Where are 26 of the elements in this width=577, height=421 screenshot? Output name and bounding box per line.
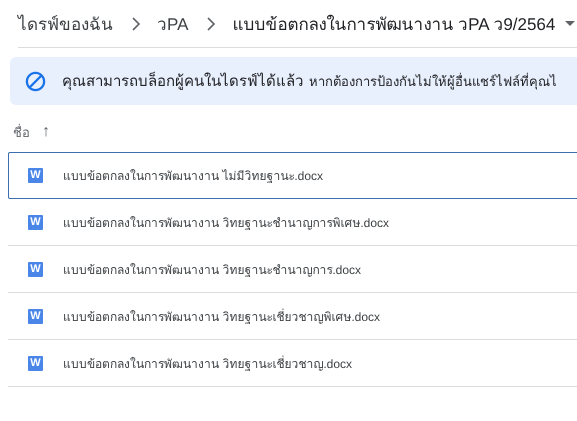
file-row[interactable]: W แบบข้อตกลงในการพัฒนางาน วิทยฐานะชำนาญการพิเศษ.docx: [8, 199, 577, 246]
banner-text: หากต้องการป้องกันไม่ให้ผู้อื่นแชร์ไฟล์ที่คุณไ: [309, 72, 557, 92]
chevron-right-icon: [131, 16, 141, 30]
file-row[interactable]: W แบบข้อตกลงในการพัฒนางาน วิทยฐานะเชี่ยวชาญพิเศษ.docx: [8, 293, 577, 340]
banner-title: คุณสามารถบล็อกผู้คนในไดรฟ์ได้แล้ว: [62, 70, 303, 92]
breadcrumb-item[interactable]: ไดรฟ์ของฉัน: [18, 10, 113, 37]
file-row[interactable]: W แบบข้อตกลงในการพัฒนางาน ไม่มีวิทยฐานะ.docx: [8, 152, 577, 199]
word-file-icon: W: [28, 168, 43, 183]
file-row[interactable]: W แบบข้อตกลงในการพัฒนางาน วิทยฐานะเชี่ยวชาญ.docx: [8, 340, 577, 387]
file-name: แบบข้อตกลงในการพัฒนางาน วิทยฐานะเชี่ยวชาญ.docx: [63, 354, 352, 372]
file-name: แบบข้อตกลงในการพัฒนางาน วิทยฐานะชำนาญการ.docx: [63, 262, 362, 278]
dropdown-icon: [565, 21, 576, 26]
file-name: แบบข้อตกลงในการพัฒนางาน ไม่มีวิทยฐานะ.docx: [63, 168, 324, 185]
file-name: แบบข้อตกลงในการพัฒนางาน วิทยฐานะเชี่ยวชาญพิเศษ.docx: [63, 308, 380, 326]
column-header[interactable]: ชื่อ: [13, 122, 30, 142]
block-icon: [25, 70, 46, 92]
sort-button[interactable]: ↑: [42, 123, 50, 141]
word-file-icon: W: [28, 308, 43, 324]
breadcrumb-item[interactable]: วPA: [157, 10, 188, 37]
file-row[interactable]: W แบบข้อตกลงในการพัฒนางาน วิทยฐานะชำนาญการ.docx: [8, 246, 577, 293]
word-file-icon: W: [28, 262, 43, 276]
word-file-icon: W: [28, 214, 43, 230]
word-file-icon: W: [28, 356, 43, 370]
breadcrumb-item[interactable]: แบบข้อตกลงในการพัฒนางาน วPA ว9/2564: [232, 10, 576, 37]
file-name: แบบข้อตกลงในการพัฒนางาน วิทยฐานะชำนาญการพิเศษ.docx: [63, 214, 390, 232]
chevron-right-icon: [206, 16, 216, 30]
